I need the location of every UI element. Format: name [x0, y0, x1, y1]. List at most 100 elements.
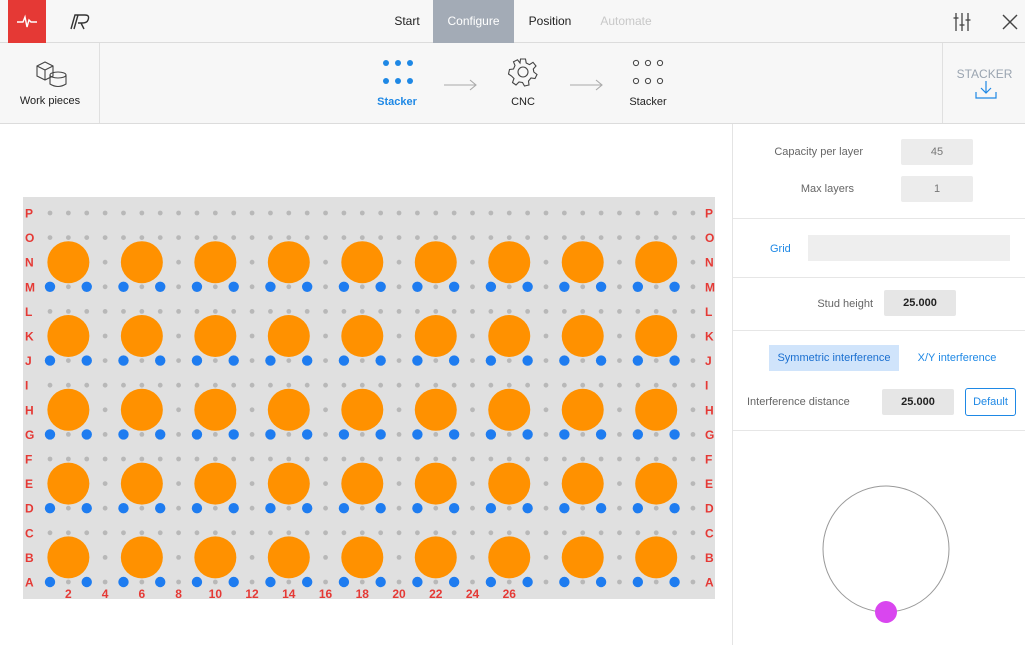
grid-peg[interactable]	[543, 309, 549, 314]
grid-peg[interactable]	[176, 555, 181, 560]
rotation-dial[interactable]	[821, 484, 951, 624]
grid-peg[interactable]	[249, 432, 255, 437]
grid-peg[interactable]	[102, 333, 108, 339]
grid-peg[interactable]	[470, 505, 475, 511]
stud-marker[interactable]	[155, 576, 166, 588]
stud-marker[interactable]	[412, 355, 423, 366]
work-piece[interactable]	[488, 315, 531, 357]
grid-peg[interactable]	[396, 210, 402, 216]
grid-peg[interactable]	[139, 579, 145, 585]
grid-peg[interactable]	[433, 284, 439, 290]
work-piece[interactable]	[267, 241, 310, 284]
grid-peg[interactable]	[84, 309, 90, 314]
grid-peg[interactable]	[580, 382, 586, 388]
grid-peg[interactable]	[176, 530, 181, 536]
stud-marker[interactable]	[595, 355, 607, 366]
grid-peg[interactable]	[470, 555, 475, 560]
stud-marker[interactable]	[228, 355, 239, 366]
work-piece[interactable]	[267, 462, 310, 505]
work-piece[interactable]	[194, 536, 237, 579]
grid-peg[interactable]	[378, 309, 384, 314]
stud-marker[interactable]	[485, 281, 497, 292]
work-piece[interactable]	[194, 388, 237, 431]
grid-peg[interactable]	[176, 235, 181, 240]
stud-marker[interactable]	[44, 355, 56, 366]
grid-peg[interactable]	[231, 382, 237, 388]
grid-peg[interactable]	[470, 333, 475, 339]
grid-peg[interactable]	[690, 579, 696, 585]
stud-marker[interactable]	[118, 281, 129, 292]
grid-peg[interactable]	[470, 309, 475, 314]
stud-marker[interactable]	[522, 576, 533, 588]
tab-position[interactable]: Position	[514, 0, 586, 43]
grid-peg[interactable]	[506, 210, 512, 216]
grid-peg[interactable]	[323, 259, 328, 265]
stacker-export-button[interactable]: STACKER	[942, 43, 1025, 123]
work-piece[interactable]	[47, 241, 90, 284]
stud-marker[interactable]	[338, 576, 350, 588]
grid-peg[interactable]	[212, 432, 218, 437]
stud-marker[interactable]	[669, 576, 680, 588]
grid-peg[interactable]	[653, 456, 659, 462]
grid-peg[interactable]	[506, 530, 512, 536]
grid-peg[interactable]	[304, 530, 310, 536]
grid-peg[interactable]	[378, 210, 384, 216]
grid-peg[interactable]	[359, 579, 365, 585]
grid-peg[interactable]	[653, 579, 659, 585]
grid-peg[interactable]	[598, 456, 604, 462]
grid-peg[interactable]	[341, 210, 347, 216]
work-piece[interactable]	[341, 388, 384, 431]
grid-peg[interactable]	[157, 309, 163, 314]
grid-peg[interactable]	[580, 579, 586, 585]
grid-peg[interactable]	[470, 259, 475, 265]
grid-peg[interactable]	[65, 505, 71, 511]
grid-peg[interactable]	[488, 382, 494, 388]
grid-peg[interactable]	[470, 210, 475, 216]
grid-peg[interactable]	[653, 284, 659, 290]
grid-peg[interactable]	[396, 333, 402, 339]
grid-peg[interactable]	[249, 481, 255, 486]
grid-peg[interactable]	[506, 505, 512, 511]
stud-marker[interactable]	[81, 355, 92, 366]
grid-peg[interactable]	[543, 407, 549, 413]
grid-peg[interactable]	[102, 259, 108, 265]
grid-peg[interactable]	[84, 235, 90, 240]
stud-marker[interactable]	[338, 281, 350, 292]
grid-peg[interactable]	[212, 210, 218, 216]
work-piece[interactable]	[120, 462, 163, 505]
grid-peg[interactable]	[543, 284, 549, 290]
grid-peg[interactable]	[415, 530, 420, 536]
grid-peg[interactable]	[617, 235, 622, 240]
grid-peg[interactable]	[561, 530, 567, 536]
grid-peg[interactable]	[323, 235, 328, 240]
grid-peg[interactable]	[65, 358, 71, 363]
stacker-grid-board[interactable]: A A B B C C D D E E F F G G H H I I J J K K L L M M N N O O P P 2 4 6 8 10 12…	[23, 197, 715, 601]
grid-peg[interactable]	[231, 235, 237, 240]
grid-peg[interactable]	[690, 407, 696, 413]
stud-marker[interactable]	[118, 429, 129, 440]
grid-peg[interactable]	[672, 235, 677, 240]
grid-peg[interactable]	[341, 382, 347, 388]
grid-peg[interactable]	[231, 456, 237, 462]
grid-peg[interactable]	[653, 210, 659, 216]
grid-peg[interactable]	[323, 284, 328, 290]
grid-peg[interactable]	[378, 456, 384, 462]
grid-peg[interactable]	[65, 284, 71, 290]
stud-marker[interactable]	[522, 503, 533, 514]
tab-configure[interactable]: Configure	[433, 0, 514, 43]
stud-marker[interactable]	[559, 576, 570, 588]
grid-peg[interactable]	[525, 235, 531, 240]
stud-marker[interactable]	[265, 576, 276, 588]
grid-peg[interactable]	[139, 530, 145, 536]
work-piece[interactable]	[561, 315, 604, 357]
grid-peg[interactable]	[65, 210, 71, 216]
work-piece[interactable]	[47, 315, 90, 357]
grid-peg[interactable]	[249, 309, 255, 314]
settings-sliders-icon[interactable]	[952, 11, 972, 33]
grid-peg[interactable]	[176, 333, 181, 339]
grid-peg[interactable]	[690, 382, 696, 388]
grid-peg[interactable]	[378, 235, 384, 240]
grid-peg[interactable]	[249, 210, 255, 216]
grid-peg[interactable]	[268, 530, 273, 536]
grid-peg[interactable]	[617, 432, 622, 437]
